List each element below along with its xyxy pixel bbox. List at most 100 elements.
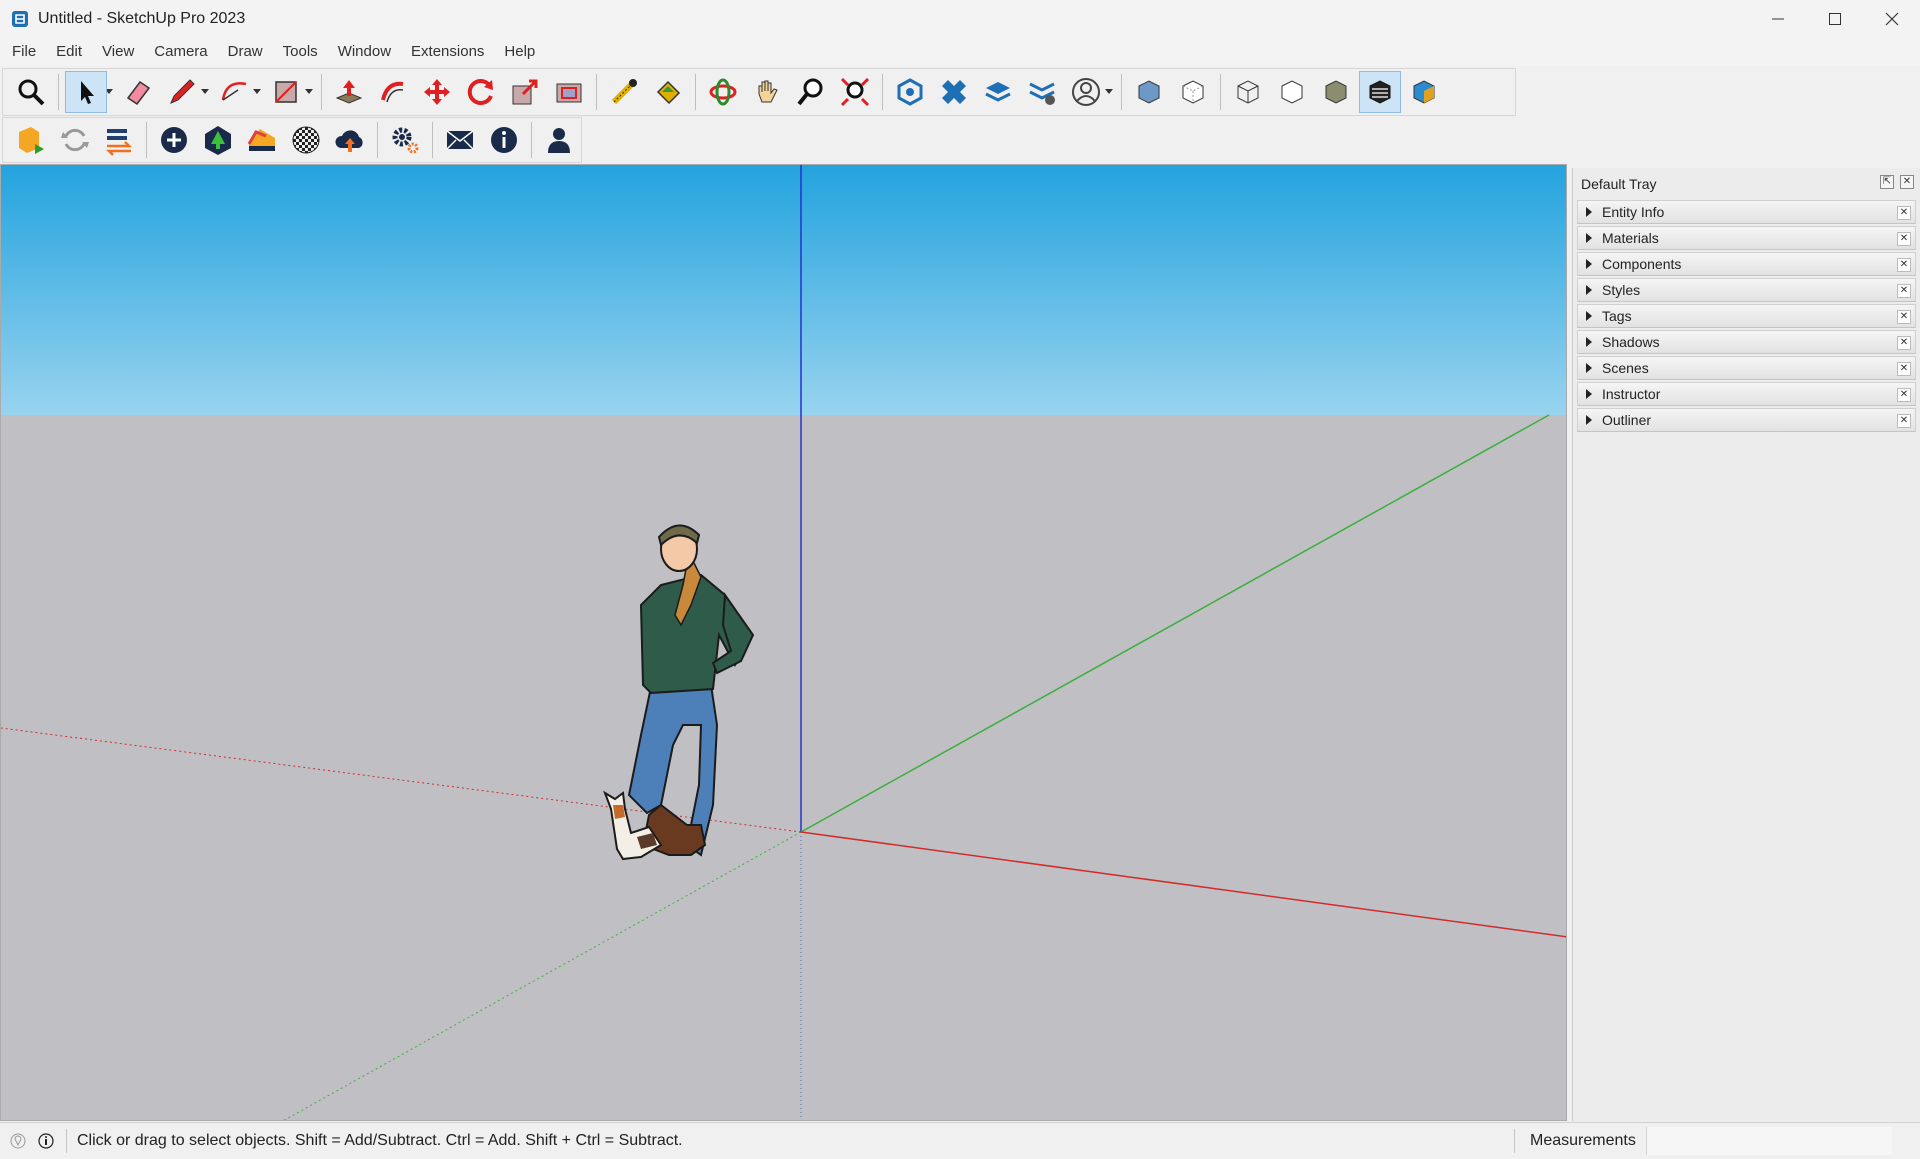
- cloud-upload-button[interactable]: [329, 119, 371, 161]
- instructor-toggle-button[interactable]: [36, 1131, 56, 1151]
- red-axis-positive: [800, 831, 1566, 938]
- eraser-button[interactable]: [117, 71, 159, 113]
- swatch-button[interactable]: [241, 119, 283, 161]
- zoom-extents-icon: [840, 77, 870, 107]
- geolocation-button[interactable]: [8, 1131, 28, 1151]
- panel-materials[interactable]: Materials ✕: [1577, 226, 1916, 250]
- tree-button[interactable]: [197, 119, 239, 161]
- menu-help[interactable]: Help: [494, 38, 545, 66]
- panel-components[interactable]: Components ✕: [1577, 252, 1916, 276]
- expand-arrow-icon: [1586, 259, 1592, 269]
- pan-button[interactable]: [746, 71, 788, 113]
- push-pull-button[interactable]: [328, 71, 370, 113]
- close-icon: [1885, 12, 1898, 26]
- list-swap-button[interactable]: [98, 119, 140, 161]
- tray-pin-button[interactable]: ⇱: [1880, 175, 1894, 189]
- panel-close-button[interactable]: ✕: [1897, 232, 1911, 246]
- menu-tools[interactable]: Tools: [273, 38, 328, 66]
- paint-bucket-button[interactable]: [647, 71, 689, 113]
- search-button[interactable]: [10, 71, 52, 113]
- arc-icon: [221, 82, 247, 101]
- panel-entity-info[interactable]: Entity Info ✕: [1577, 200, 1916, 224]
- panel-close-button[interactable]: ✕: [1897, 414, 1911, 428]
- menu-camera[interactable]: Camera: [144, 38, 217, 66]
- panel-shadows[interactable]: Shadows ✕: [1577, 330, 1916, 354]
- panel-label: Shadows: [1602, 334, 1660, 350]
- menu-draw[interactable]: Draw: [218, 38, 273, 66]
- layout-button[interactable]: [977, 71, 1019, 113]
- mail-button[interactable]: [439, 119, 481, 161]
- xray-button[interactable]: [1128, 71, 1170, 113]
- panel-scenes[interactable]: Scenes ✕: [1577, 356, 1916, 380]
- minimize-button[interactable]: [1749, 0, 1806, 38]
- info-button[interactable]: [483, 119, 525, 161]
- swatch-icon: [247, 129, 275, 151]
- tray-close-button[interactable]: ✕: [1900, 175, 1914, 189]
- panel-tags[interactable]: Tags ✕: [1577, 304, 1916, 328]
- menu-file[interactable]: File: [2, 38, 46, 66]
- panel-close-button[interactable]: ✕: [1897, 284, 1911, 298]
- line-tool-button[interactable]: [161, 71, 203, 113]
- refresh-button[interactable]: [54, 119, 96, 161]
- user-account-button[interactable]: [1065, 71, 1107, 113]
- panel-close-button[interactable]: ✕: [1897, 362, 1911, 376]
- pin-icon: ⇱: [1882, 176, 1892, 187]
- zoom-button[interactable]: [790, 71, 832, 113]
- monochrome-button[interactable]: [1403, 71, 1445, 113]
- shaded-button[interactable]: [1315, 71, 1357, 113]
- zoom-extents-button[interactable]: [834, 71, 876, 113]
- modeling-viewport[interactable]: [0, 164, 1567, 1121]
- rectangle-tool-button[interactable]: [265, 71, 307, 113]
- checker-ball-button[interactable]: [285, 119, 327, 161]
- toolbar-separator: [1121, 74, 1122, 110]
- panel-instructor[interactable]: Instructor ✕: [1577, 382, 1916, 406]
- panel-close-button[interactable]: ✕: [1897, 388, 1911, 402]
- tape-measure-button[interactable]: [603, 71, 645, 113]
- follow-me-button[interactable]: [372, 71, 414, 113]
- panel-styles[interactable]: Styles ✕: [1577, 278, 1916, 302]
- person-button[interactable]: [538, 119, 580, 161]
- menu-extensions[interactable]: Extensions: [401, 38, 494, 66]
- offset-button[interactable]: [548, 71, 590, 113]
- shaded-textures-button[interactable]: [1359, 71, 1401, 113]
- tree-icon: [205, 126, 231, 155]
- offset-icon: [556, 83, 582, 103]
- 3d-warehouse-button[interactable]: [889, 71, 931, 113]
- expand-arrow-icon: [1586, 415, 1592, 425]
- move-button[interactable]: [416, 71, 458, 113]
- expand-arrow-icon: [1586, 233, 1592, 243]
- close-button[interactable]: [1863, 0, 1920, 38]
- measurements-input[interactable]: [1646, 1127, 1892, 1155]
- menu-view[interactable]: View: [92, 38, 144, 66]
- menu-edit[interactable]: Edit: [46, 38, 92, 66]
- follow-me-icon: [381, 81, 404, 103]
- extension-warehouse-button[interactable]: [933, 71, 975, 113]
- settings-button[interactable]: [384, 119, 426, 161]
- scale-button[interactable]: [504, 71, 546, 113]
- select-tool-button[interactable]: [65, 71, 107, 113]
- arc-tool-button[interactable]: [213, 71, 255, 113]
- move-icon: [424, 79, 450, 105]
- panel-close-button[interactable]: ✕: [1897, 336, 1911, 350]
- back-edges-button[interactable]: [1172, 71, 1214, 113]
- hidden-line-button[interactable]: [1271, 71, 1313, 113]
- panel-label: Tags: [1602, 308, 1632, 324]
- wireframe-button[interactable]: [1227, 71, 1269, 113]
- panel-close-button[interactable]: ✕: [1897, 206, 1911, 220]
- extension-manager-button[interactable]: [1021, 71, 1063, 113]
- panel-outliner[interactable]: Outliner ✕: [1577, 408, 1916, 432]
- close-icon: ✕: [1902, 176, 1912, 187]
- add-button[interactable]: [153, 119, 195, 161]
- panel-close-button[interactable]: ✕: [1897, 310, 1911, 324]
- maximize-button[interactable]: [1806, 0, 1863, 38]
- menu-window[interactable]: Window: [328, 38, 401, 66]
- list-swap-icon: [105, 129, 133, 156]
- sketchup-run-button[interactable]: [10, 119, 52, 161]
- toolbar-separator: [882, 74, 883, 110]
- extension-warehouse-icon: [942, 80, 966, 104]
- orbit-button[interactable]: [702, 71, 744, 113]
- rotate-button[interactable]: [460, 71, 502, 113]
- panel-close-button[interactable]: ✕: [1897, 258, 1911, 272]
- expand-arrow-icon: [1586, 285, 1592, 295]
- title-bar: Untitled - SketchUp Pro 2023: [0, 0, 1920, 38]
